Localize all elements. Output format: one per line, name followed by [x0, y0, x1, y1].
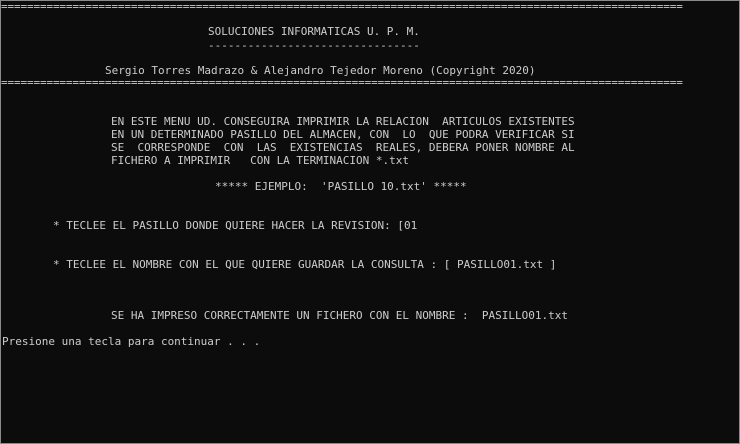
top-separator: ========================================…: [1, 0, 683, 13]
description-line-3: SE CORRESPONDE CON LAS EXISTENCIAS REALE…: [111, 141, 575, 154]
description-line-1: EN ESTE MENU UD. CONSEGUIRA IMPRIMIR LA …: [111, 115, 575, 128]
company-title: SOLUCIONES INFORMATICAS U. P. M.: [208, 25, 420, 38]
continue-prompt[interactable]: Presione una tecla para continuar . . .: [2, 335, 260, 348]
aisle-prompt[interactable]: * TECLEE EL PASILLO DONDE QUIERE HACER L…: [53, 219, 417, 232]
company-title-underline: --------------------------------: [208, 39, 420, 52]
example-text: ***** EJEMPLO: 'PASILLO 10.txt' *****: [215, 180, 467, 193]
console-window[interactable]: ========================================…: [0, 0, 740, 444]
description-line-4: FICHERO A IMPRIMIR CON LA TERMINACION *.…: [111, 154, 410, 167]
success-message: SE HA IMPRESO CORRECTAMENTE UN FICHERO C…: [111, 309, 568, 322]
filename-prompt[interactable]: * TECLEE EL NOMBRE CON EL QUE QUIERE GUA…: [53, 258, 556, 271]
header-separator: ========================================…: [1, 76, 683, 89]
description-line-2: EN UN DETERMINADO PASILLO DEL ALMACEN, C…: [111, 128, 575, 141]
